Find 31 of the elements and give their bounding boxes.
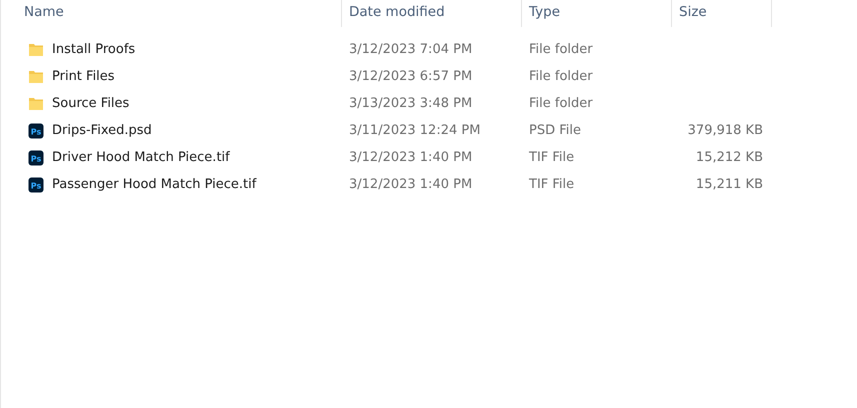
file-size: 15,211 KB <box>694 177 763 192</box>
file-name[interactable]: Passenger Hood Match Piece.tif <box>52 177 256 192</box>
date-modified: 3/12/2023 1:40 PM <box>348 150 474 165</box>
column-header[interactable]: Type <box>522 0 672 27</box>
file-type: File folder <box>528 42 594 57</box>
file-type: TIF File <box>528 150 576 165</box>
column-header[interactable]: Name <box>1 0 342 27</box>
file-size: 379,918 KB <box>686 123 763 138</box>
date-modified: 3/12/2023 7:04 PM <box>348 42 474 57</box>
date-modified: 3/13/2023 3:48 PM <box>348 96 474 111</box>
file-type: PSD File <box>528 123 582 138</box>
file-type: File folder <box>528 96 594 111</box>
file-type: TIF File <box>528 177 576 192</box>
photoshop-file-icon: Ps <box>28 150 44 166</box>
file-size: 15,212 KB <box>694 150 763 165</box>
file-name[interactable]: Driver Hood Match Piece.tif <box>52 150 230 165</box>
date-modified: 3/12/2023 6:57 PM <box>348 69 474 84</box>
column-header[interactable]: Date modified <box>342 0 522 27</box>
photoshop-file-icon: Ps <box>28 122 44 138</box>
file-name[interactable]: Print Files <box>52 69 115 84</box>
date-modified: 3/12/2023 1:40 PM <box>348 177 474 192</box>
folder-icon <box>28 42 44 58</box>
file-type: File folder <box>528 69 594 84</box>
photoshop-file-icon: Ps <box>28 176 44 192</box>
file-name[interactable]: Install Proofs <box>52 42 136 57</box>
folder-icon <box>28 68 44 84</box>
column-header[interactable]: Size <box>672 0 772 27</box>
file-name[interactable]: Source Files <box>52 96 130 111</box>
folder-icon <box>28 96 44 112</box>
date-modified: 3/11/2023 12:24 PM <box>348 123 482 138</box>
file-name[interactable]: Drips-Fixed.psd <box>52 123 152 138</box>
